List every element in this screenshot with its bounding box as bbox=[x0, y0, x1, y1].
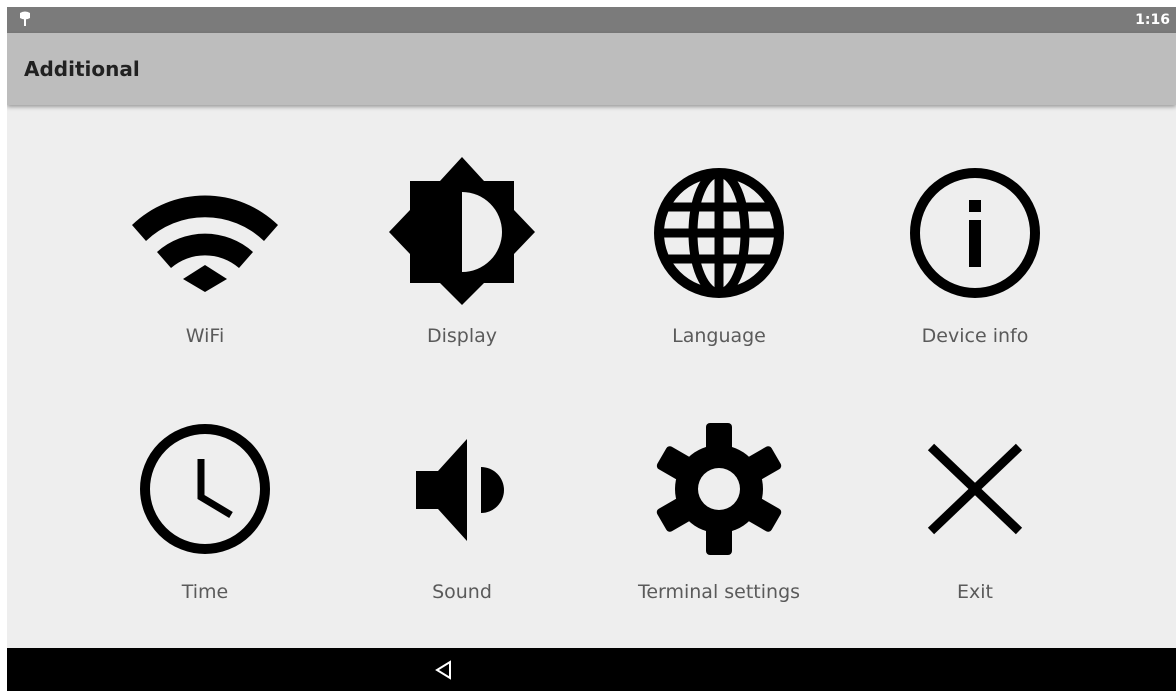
android-debug-icon bbox=[20, 11, 30, 26]
tile-label: Terminal settings bbox=[637, 581, 801, 603]
status-time: 1:16 bbox=[1135, 12, 1170, 28]
page-title: Additional bbox=[24, 57, 140, 81]
clock-icon bbox=[140, 424, 270, 554]
back-triangle-icon[interactable] bbox=[432, 658, 456, 682]
tile-sound[interactable]: Sound bbox=[352, 411, 572, 621]
tile-language[interactable]: Language bbox=[609, 155, 829, 365]
tile-label: Language bbox=[672, 325, 766, 347]
tile-label: Sound bbox=[432, 581, 492, 603]
tile-device-info[interactable]: Device info bbox=[865, 155, 1085, 365]
tile-terminal-settings[interactable]: Terminal settings bbox=[609, 411, 829, 621]
tile-label: Exit bbox=[957, 581, 993, 603]
gear-icon bbox=[656, 423, 782, 555]
tile-label: WiFi bbox=[185, 325, 225, 347]
info-icon bbox=[910, 168, 1040, 298]
tile-wifi[interactable]: WiFi bbox=[95, 155, 315, 365]
tile-exit[interactable]: Exit bbox=[865, 411, 1085, 621]
tile-label: Device info bbox=[921, 325, 1029, 347]
app-bar: Additional bbox=[7, 33, 1176, 105]
tile-label: Time bbox=[181, 581, 229, 603]
tile-display[interactable]: Display bbox=[352, 155, 572, 365]
wifi-icon bbox=[132, 195, 278, 292]
close-icon bbox=[927, 443, 1023, 535]
tile-time[interactable]: Time bbox=[95, 411, 315, 621]
globe-icon bbox=[654, 168, 784, 298]
nav-bar bbox=[7, 648, 1176, 691]
tile-label: Display bbox=[426, 325, 498, 347]
speaker-icon bbox=[416, 439, 504, 541]
screen: 1:16 Additional WiFi Display Language De… bbox=[7, 7, 1176, 691]
brightness-icon bbox=[389, 157, 535, 305]
status-bar: 1:16 bbox=[7, 7, 1176, 33]
